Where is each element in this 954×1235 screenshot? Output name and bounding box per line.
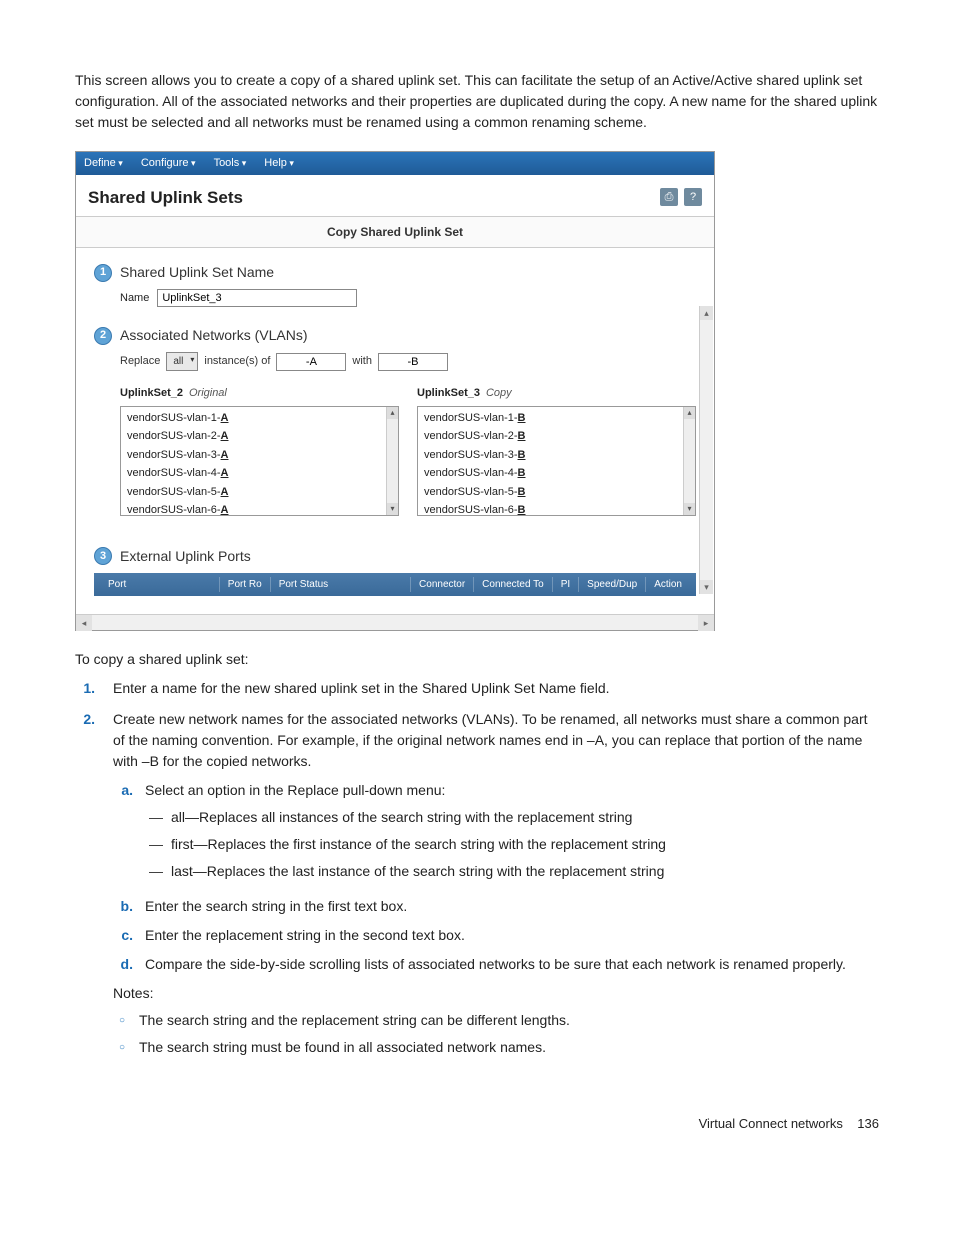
menu-configure[interactable]: Configure xyxy=(141,155,196,172)
step-text: Create new network names for the associa… xyxy=(113,711,868,769)
list-item: vendorSUS-vlan-1-A xyxy=(123,409,396,428)
scroll-right-icon[interactable]: ▸ xyxy=(698,615,714,631)
original-networks-list[interactable]: vendorSUS-vlan-1-A vendorSUS-vlan-2-A ve… xyxy=(120,406,399,516)
replace-label: Replace xyxy=(120,353,160,370)
list-item: vendorSUS-vlan-3-A xyxy=(123,446,396,465)
menu-help[interactable]: Help xyxy=(264,155,294,172)
col-speed-dup: Speed/Dup xyxy=(579,577,646,592)
list-item: vendorSUS-vlan-5-B xyxy=(420,483,693,502)
replace-mode-select[interactable]: all xyxy=(166,352,198,371)
col-connector: Connector xyxy=(411,577,474,592)
numbered-steps: 1. Enter a name for the new shared uplin… xyxy=(75,678,879,1064)
list-scrollbar[interactable]: ▴▾ xyxy=(683,407,695,515)
tab-copy-sus[interactable]: Copy Shared Uplink Set xyxy=(76,216,714,248)
step-marker: 2. xyxy=(75,709,95,1064)
instances-label: instance(s) of xyxy=(204,353,270,370)
substep-text: Select an option in the Replace pull-dow… xyxy=(145,782,445,798)
col-port-status: Port Status xyxy=(271,577,411,592)
copy-networks-list[interactable]: vendorSUS-vlan-1-B vendorSUS-vlan-2-B ve… xyxy=(417,406,696,516)
menu-define[interactable]: Define xyxy=(84,155,123,172)
substep-marker: d. xyxy=(113,954,133,975)
scroll-up-icon[interactable]: ▴ xyxy=(700,306,713,320)
step2-header: 2 Associated Networks (VLANs) xyxy=(94,325,696,346)
page-footer: Virtual Connect networks 136 xyxy=(75,1114,879,1134)
list-item: vendorSUS-vlan-3-B xyxy=(420,446,693,465)
list-item: vendorSUS-vlan-4-A xyxy=(123,464,396,483)
step-text: Enter a name for the new shared uplink s… xyxy=(113,678,879,699)
step2-badge: 2 xyxy=(94,327,112,345)
footer-page: 136 xyxy=(857,1116,879,1131)
menu-tools[interactable]: Tools xyxy=(214,155,247,172)
substep-marker: a. xyxy=(113,780,133,888)
ports-table-header: Port Port Ro Port Status Connector Conne… xyxy=(94,573,696,596)
instructions-lead: To copy a shared uplink set: xyxy=(75,649,879,670)
menubar: Define Configure Tools Help xyxy=(76,152,714,175)
notes-label: Notes: xyxy=(113,983,879,1004)
step3-header: 3 External Uplink Ports xyxy=(94,546,696,567)
step1-header: 1 Shared Uplink Set Name xyxy=(94,262,696,283)
with-label: with xyxy=(352,353,372,370)
page-title: Shared Uplink Sets xyxy=(88,185,243,211)
step-marker: 1. xyxy=(75,678,95,699)
scroll-down-icon[interactable]: ▾ xyxy=(700,580,713,594)
list-scrollbar[interactable]: ▴▾ xyxy=(386,407,398,515)
vertical-scrollbar[interactable]: ▴ ▾ xyxy=(699,306,713,594)
substep-text: Enter the replacement string in the seco… xyxy=(145,925,879,946)
list-item: vendorSUS-vlan-2-A xyxy=(123,427,396,446)
col-action: Action xyxy=(646,577,690,592)
intro-paragraph: This screen allows you to create a copy … xyxy=(75,70,879,133)
original-list-header: UplinkSet_2Original xyxy=(120,385,399,402)
search-string-input[interactable] xyxy=(276,353,346,371)
col-pi: PI xyxy=(553,577,579,592)
list-item: vendorSUS-vlan-6-A xyxy=(123,501,396,516)
option-all: all—Replaces all instances of the search… xyxy=(145,807,879,828)
step3-heading: External Uplink Ports xyxy=(120,546,251,567)
list-item: vendorSUS-vlan-6-B xyxy=(420,501,693,516)
list-item: vendorSUS-vlan-4-B xyxy=(420,464,693,483)
substep-marker: b. xyxy=(113,896,133,917)
note-item: The search string and the replacement st… xyxy=(113,1010,879,1031)
print-icon[interactable]: ⎙ xyxy=(660,188,678,206)
list-item: vendorSUS-vlan-2-B xyxy=(420,427,693,446)
screenshot-figure: Define Configure Tools Help Shared Uplin… xyxy=(75,151,715,631)
horizontal-scrollbar[interactable]: ◂ ▸ xyxy=(76,614,714,630)
col-connected-to: Connected To xyxy=(474,577,553,592)
step2-heading: Associated Networks (VLANs) xyxy=(120,325,308,346)
option-last: last—Replaces the last instance of the s… xyxy=(145,861,879,882)
list-item: vendorSUS-vlan-5-A xyxy=(123,483,396,502)
replace-string-input[interactable] xyxy=(378,353,448,371)
substep-text: Enter the search string in the first tex… xyxy=(145,896,879,917)
substep-text: Compare the side-by-side scrolling lists… xyxy=(145,954,879,975)
col-port: Port xyxy=(100,577,220,592)
footer-section: Virtual Connect networks xyxy=(699,1116,843,1131)
scroll-left-icon[interactable]: ◂ xyxy=(76,615,92,631)
step3-badge: 3 xyxy=(94,547,112,565)
option-first: first—Replaces the first instance of the… xyxy=(145,834,879,855)
step1-badge: 1 xyxy=(94,264,112,282)
help-icon[interactable]: ? xyxy=(684,188,702,206)
substep-marker: c. xyxy=(113,925,133,946)
step1-heading: Shared Uplink Set Name xyxy=(120,262,274,283)
note-item: The search string must be found in all a… xyxy=(113,1037,879,1058)
sus-name-input[interactable] xyxy=(157,289,357,307)
col-port-ro: Port Ro xyxy=(220,577,271,592)
copy-list-header: UplinkSet_3Copy xyxy=(417,385,696,402)
name-label: Name xyxy=(120,290,149,307)
list-item: vendorSUS-vlan-1-B xyxy=(420,409,693,428)
